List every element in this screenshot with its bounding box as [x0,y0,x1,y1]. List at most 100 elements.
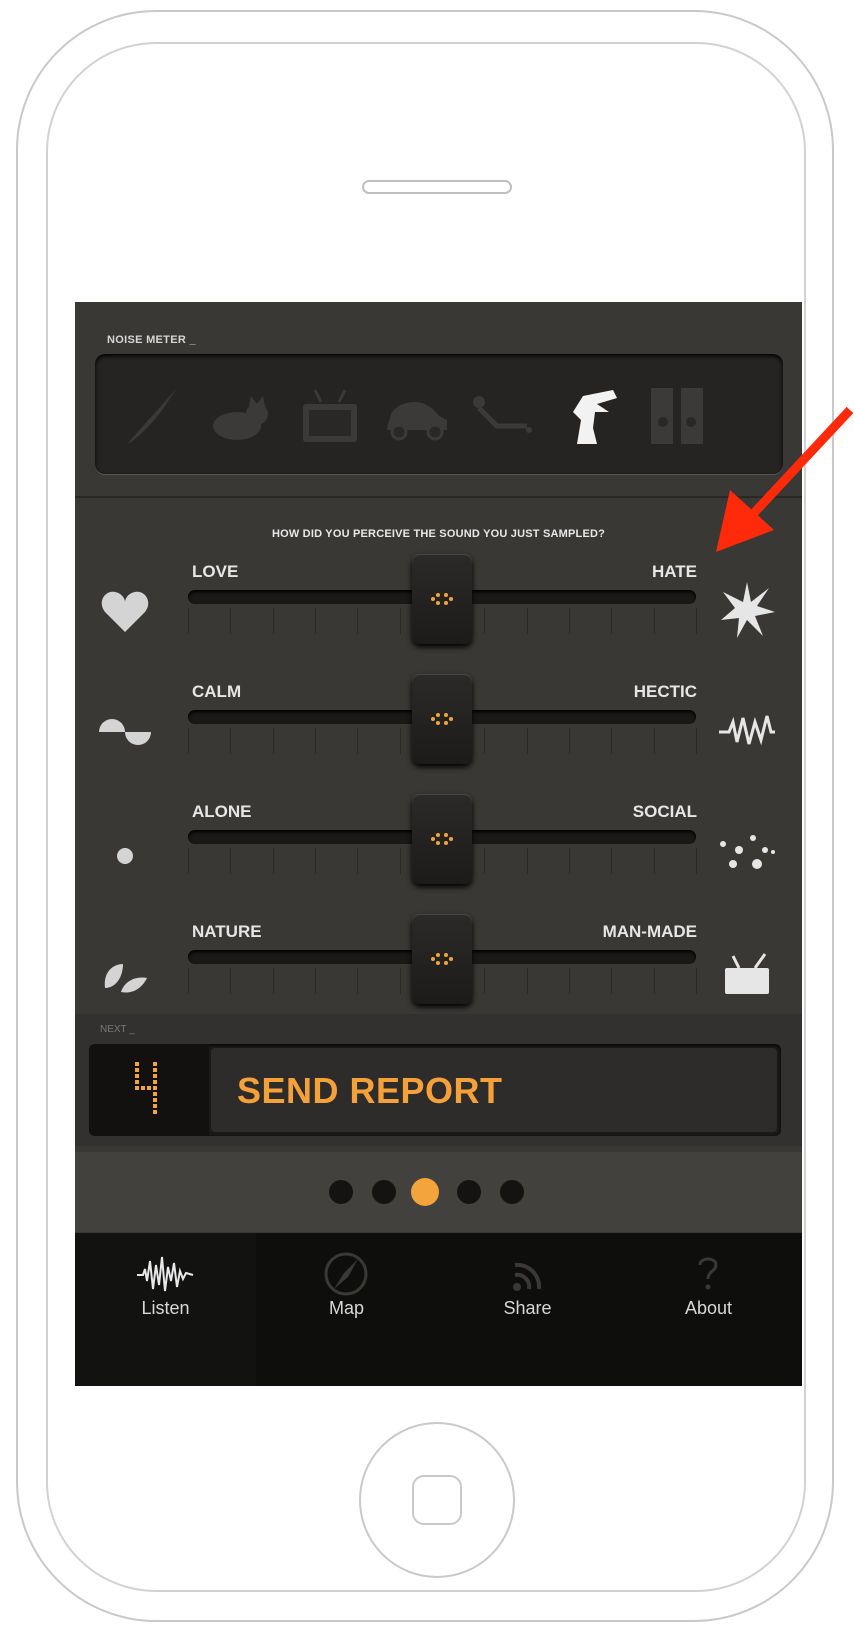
slider-left-label: ALONE [192,802,252,821]
slider-tick [357,608,359,634]
heart-icon [101,591,149,632]
tab-map[interactable]: Map [256,1233,437,1386]
slider-tick [188,968,189,994]
slider-tick [357,968,359,994]
noise-meter-bar [95,354,783,474]
page-dot-active[interactable] [411,1178,439,1206]
slider-tick [611,968,613,994]
slider-tick [611,728,613,754]
slider-thumb[interactable] [412,554,472,644]
slider-tick [188,608,189,634]
dinosaur-icon [573,390,617,444]
tv-icon [303,389,357,442]
slider-thumb[interactable] [412,674,472,764]
slider-nature-manmade: NATURE MAN-MADE [75,914,802,1024]
send-report-label: SEND REPORT [237,1070,503,1111]
rss-icon [513,1262,542,1291]
slider-tick [399,848,401,874]
drag-handle-icon [431,953,453,965]
slider-tick [526,608,528,634]
drag-handle-icon [431,593,453,605]
slider-tick [696,608,697,634]
slider-tick [230,968,232,994]
tab-bar: Listen Map Share About [75,1233,802,1386]
single-dot-icon [117,848,133,864]
slider-tick [484,728,486,754]
slider-tick [230,848,232,874]
wave-icon [99,719,151,745]
drag-handle-icon [431,833,453,845]
slider-right-label: SOCIAL [632,802,697,821]
slider-tick [188,848,189,874]
cat-icon [213,396,268,440]
annotation-arrow-icon [716,406,854,552]
slider-tick [569,968,570,994]
send-report-button[interactable]: SEND REPORT [211,1048,777,1132]
slider-tick [526,848,528,874]
slider-left-label: LOVE [192,562,239,581]
slider-thumb[interactable] [412,794,472,884]
slider-right-label: MAN-MADE [602,922,697,941]
slider-tick [272,608,274,634]
tab-label: Share [503,1298,552,1318]
slider-tick [315,728,316,754]
slider-left-label: NATURE [192,922,262,941]
tv-icon [725,953,769,994]
slider-tick [315,608,316,634]
slider-tick [653,968,655,994]
slider-tick [357,728,359,754]
slider-alone-social: ALONE SOCIAL [75,794,802,904]
slider-right-label: HATE [651,562,697,581]
slider-tick [611,608,613,634]
slider-tick [484,968,486,994]
slider-tick [357,848,359,874]
next-label: NEXT _ [100,1024,135,1035]
zigzag-wave-icon [719,715,775,746]
next-section: NEXT _ SEND REPORT [75,1014,802,1146]
slider-tick [484,608,486,634]
page-dot[interactable] [372,1180,396,1204]
crowd-icon [651,388,703,444]
page-dot[interactable] [500,1180,524,1204]
tab-listen[interactable]: Listen [75,1233,256,1386]
tab-label: Listen [141,1298,190,1318]
tab-about[interactable]: About [618,1233,799,1386]
perception-question: HOW DID YOU PERCEIVE THE SOUND YOU JUST … [271,528,606,540]
slider-thumb[interactable] [412,914,472,1004]
page-indicator [75,1152,802,1232]
slider-tick [230,608,232,634]
slider-tick [569,848,570,874]
app-screen: NOISE METER _ HOW DID YOU PERCEIVE THE S… [75,302,802,1386]
explosion-icon [721,582,775,638]
step-number-display [89,1044,209,1136]
slider-right-label: HECTIC [633,682,697,701]
slider-tick [653,728,655,754]
slider-tick [526,968,528,994]
question-icon [698,1257,718,1290]
feather-icon [127,388,177,444]
slider-tick [611,848,613,874]
slider-calm-hectic: CALM HECTIC [75,674,802,784]
scattered-dots-icon [720,835,775,869]
slider-tick [230,728,232,754]
slider-love-hate: LOVE HATE [75,554,802,664]
slider-tick [569,728,570,754]
drag-handle-icon [431,713,453,725]
slider-tick [526,728,528,754]
jackhammer-icon [473,396,532,433]
slider-tick [484,848,486,874]
slider-tick [696,728,697,754]
page-dot[interactable] [329,1180,353,1204]
slider-tick [696,848,697,874]
home-button-icon [412,1475,462,1525]
slider-tick [696,968,697,994]
slider-tick [399,728,401,754]
speaker-slot [362,180,512,194]
page-dot[interactable] [457,1180,481,1204]
tab-share[interactable]: Share [437,1233,618,1386]
section-divider [75,496,802,498]
tab-label: About [684,1298,733,1318]
slider-tick [315,848,316,874]
slider-tick [272,728,274,754]
step-digit-four-icon [135,1062,157,1114]
